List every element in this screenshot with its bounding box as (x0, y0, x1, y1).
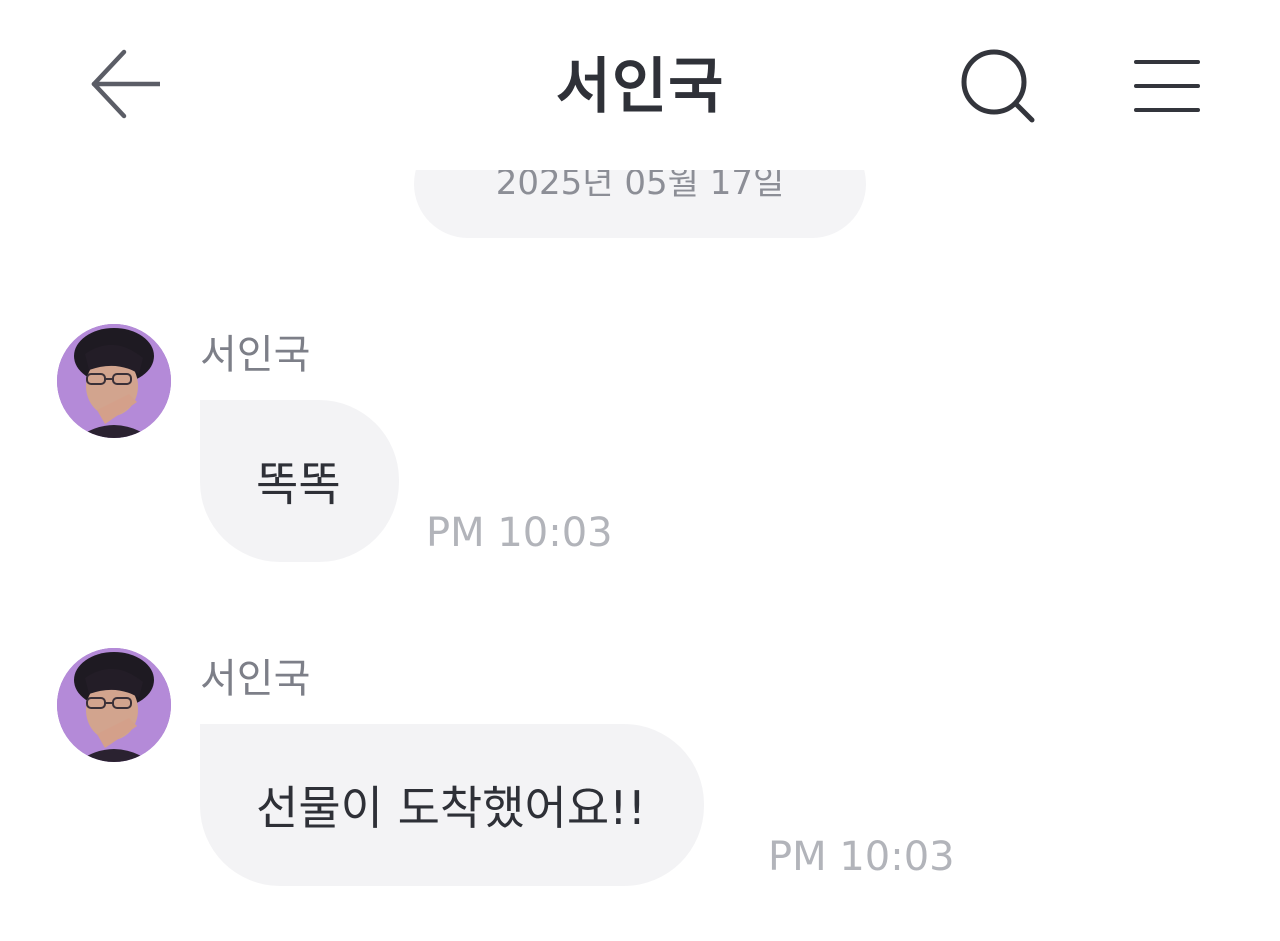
page-title: 서인국 (555, 52, 725, 122)
message-list[interactable]: 2025년 05월 17일 서인국 똑똑 PM 10:03 서인국 선물이 도착… (0, 170, 1280, 941)
sender-name: 서인국 (200, 332, 311, 378)
date-divider-label: 2025년 05월 17일 (495, 170, 785, 203)
search-button[interactable] (950, 40, 1046, 132)
menu-button[interactable] (1120, 40, 1214, 132)
avatar[interactable] (57, 648, 171, 762)
back-button[interactable] (72, 40, 168, 128)
message-time: PM 10:03 (426, 510, 613, 556)
chat-header: 서인국 (0, 0, 1280, 170)
hamburger-menu-icon (1134, 60, 1200, 112)
avatar[interactable] (57, 324, 171, 438)
arrow-left-icon (91, 49, 160, 119)
profile-photo (57, 324, 171, 438)
chat-screen: 서인국 2025년 05월 17일 서인국 똑똑 PM 10:03 서인국 선물… (0, 0, 1280, 941)
message-time: PM 10:03 (768, 834, 955, 880)
message-bubble[interactable]: 선물이 도착했어요!! (200, 724, 705, 886)
sender-name: 서인국 (200, 656, 311, 702)
profile-photo (57, 648, 171, 762)
search-icon (961, 49, 1035, 123)
message-bubble[interactable]: 똑똑 (200, 400, 399, 562)
date-divider: 2025년 05월 17일 (414, 170, 866, 238)
